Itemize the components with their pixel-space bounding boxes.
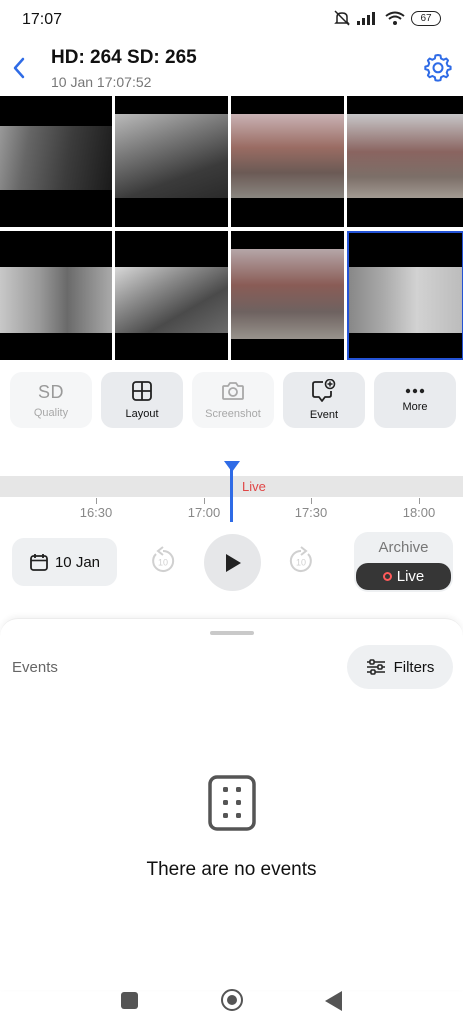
battery-icon: 67 (411, 10, 441, 26)
live-option-label: Live (396, 568, 425, 585)
mute-icon (334, 10, 350, 26)
skip-back-amount: 10 (158, 558, 168, 568)
empty-events-icon (208, 775, 256, 831)
timeline-cursor-handle[interactable] (224, 461, 240, 472)
nav-back-icon[interactable] (325, 991, 342, 1011)
timeline-tick (419, 498, 420, 504)
events-title: Events (12, 659, 58, 676)
camera-feed (231, 114, 344, 198)
page-title: HD: 264 SD: 265 (51, 47, 197, 68)
timeline-tick (204, 498, 205, 504)
status-icons: 67 (333, 10, 441, 26)
timeline-tick (96, 498, 97, 504)
archive-live-toggle: Archive Live (354, 532, 453, 592)
camera-feed (0, 126, 112, 190)
page-subtitle: 10 Jan 17:07:52 (51, 74, 152, 90)
play-button[interactable] (204, 534, 261, 591)
quality-button[interactable]: SD Quality (10, 372, 92, 428)
timeline-tick-label: 18:00 (402, 505, 436, 520)
live-dot-icon (382, 572, 392, 581)
camera-feed (349, 267, 462, 333)
camera-tile[interactable] (231, 231, 344, 360)
home-icon-dot (227, 995, 237, 1005)
wifi-icon (385, 11, 405, 25)
timeline-tick-label: 17:00 (187, 505, 221, 520)
camera-feed (347, 114, 463, 198)
play-icon (225, 553, 241, 572)
date-picker-button[interactable]: 10 Jan (12, 538, 117, 586)
screenshot-button[interactable]: Screenshot (192, 372, 274, 428)
timeline-live-label: Live (242, 479, 266, 494)
camera-tile[interactable] (115, 96, 228, 227)
live-option[interactable]: Live (356, 563, 451, 590)
camera-tile[interactable] (231, 96, 344, 227)
more-button[interactable]: More (374, 372, 456, 428)
skip-forward-button[interactable]: 10 (286, 546, 316, 576)
layout-button[interactable]: Layout (101, 372, 183, 428)
recents-icon[interactable] (121, 992, 138, 1009)
timeline-tick-label: 17:30 (294, 505, 328, 520)
camera-feed (0, 267, 112, 333)
system-nav-bar (0, 988, 463, 1032)
settings-button[interactable] (423, 52, 453, 82)
gear-icon (424, 54, 452, 82)
filters-label: Filters (393, 658, 435, 676)
more-dots-icon (405, 388, 425, 394)
screenshot-label: Screenshot (205, 408, 261, 420)
status-time: 17:07 (22, 11, 63, 28)
layout-label: Layout (125, 408, 159, 420)
more-label: More (402, 401, 428, 413)
timeline[interactable]: Live 16:30 17:00 17:30 18:00 (0, 458, 463, 522)
camera-feed (115, 114, 228, 198)
rewind-10-icon: 10 (152, 546, 175, 572)
calendar-icon (30, 554, 48, 571)
camera-feed (115, 267, 228, 333)
camera-tile[interactable] (347, 96, 463, 227)
chevron-left-icon (13, 57, 25, 79)
timeline-cursor[interactable] (230, 464, 233, 522)
back-button[interactable] (8, 54, 30, 82)
home-icon[interactable] (221, 989, 243, 1011)
add-event-icon (312, 379, 336, 402)
timeline-tick (311, 498, 312, 504)
camera-tile[interactable] (0, 96, 112, 227)
camera-tile[interactable] (0, 231, 112, 360)
signal-icon (357, 12, 375, 25)
camera-feed (231, 249, 344, 339)
event-button[interactable]: Event (283, 372, 365, 428)
status-bar: 17:07 67 (0, 0, 463, 40)
header: HD: 264 SD: 265 10 Jan 17:07:52 (0, 44, 463, 92)
empty-events-message: There are no events (146, 859, 317, 880)
sheet-drag-handle[interactable] (210, 631, 254, 635)
filters-button[interactable]: Filters (347, 645, 453, 689)
layout-grid-icon (132, 381, 152, 401)
date-label: 10 Jan (54, 553, 101, 571)
battery-level: 67 (420, 12, 432, 24)
control-bar: SD Quality Layout Screenshot Event More (0, 372, 463, 428)
skip-forward-amount: 10 (296, 558, 306, 568)
camera-tile-selected[interactable] (347, 231, 463, 360)
camera-icon (222, 382, 244, 400)
forward-10-icon: 10 (289, 546, 312, 572)
timeline-tick-label: 16:30 (79, 505, 113, 520)
quality-label: Quality (33, 406, 69, 419)
player-controls: 10 Jan 10 10 Archive Live (0, 532, 463, 592)
skip-back-button[interactable]: 10 (148, 546, 178, 576)
events-sheet: Events Filters There are no events (0, 618, 463, 990)
filter-sliders-icon (366, 659, 385, 675)
camera-grid (0, 96, 463, 360)
archive-option[interactable]: Archive (354, 539, 453, 556)
camera-tile[interactable] (115, 231, 228, 360)
event-label: Event (309, 409, 339, 421)
quality-value: SD (37, 381, 64, 402)
